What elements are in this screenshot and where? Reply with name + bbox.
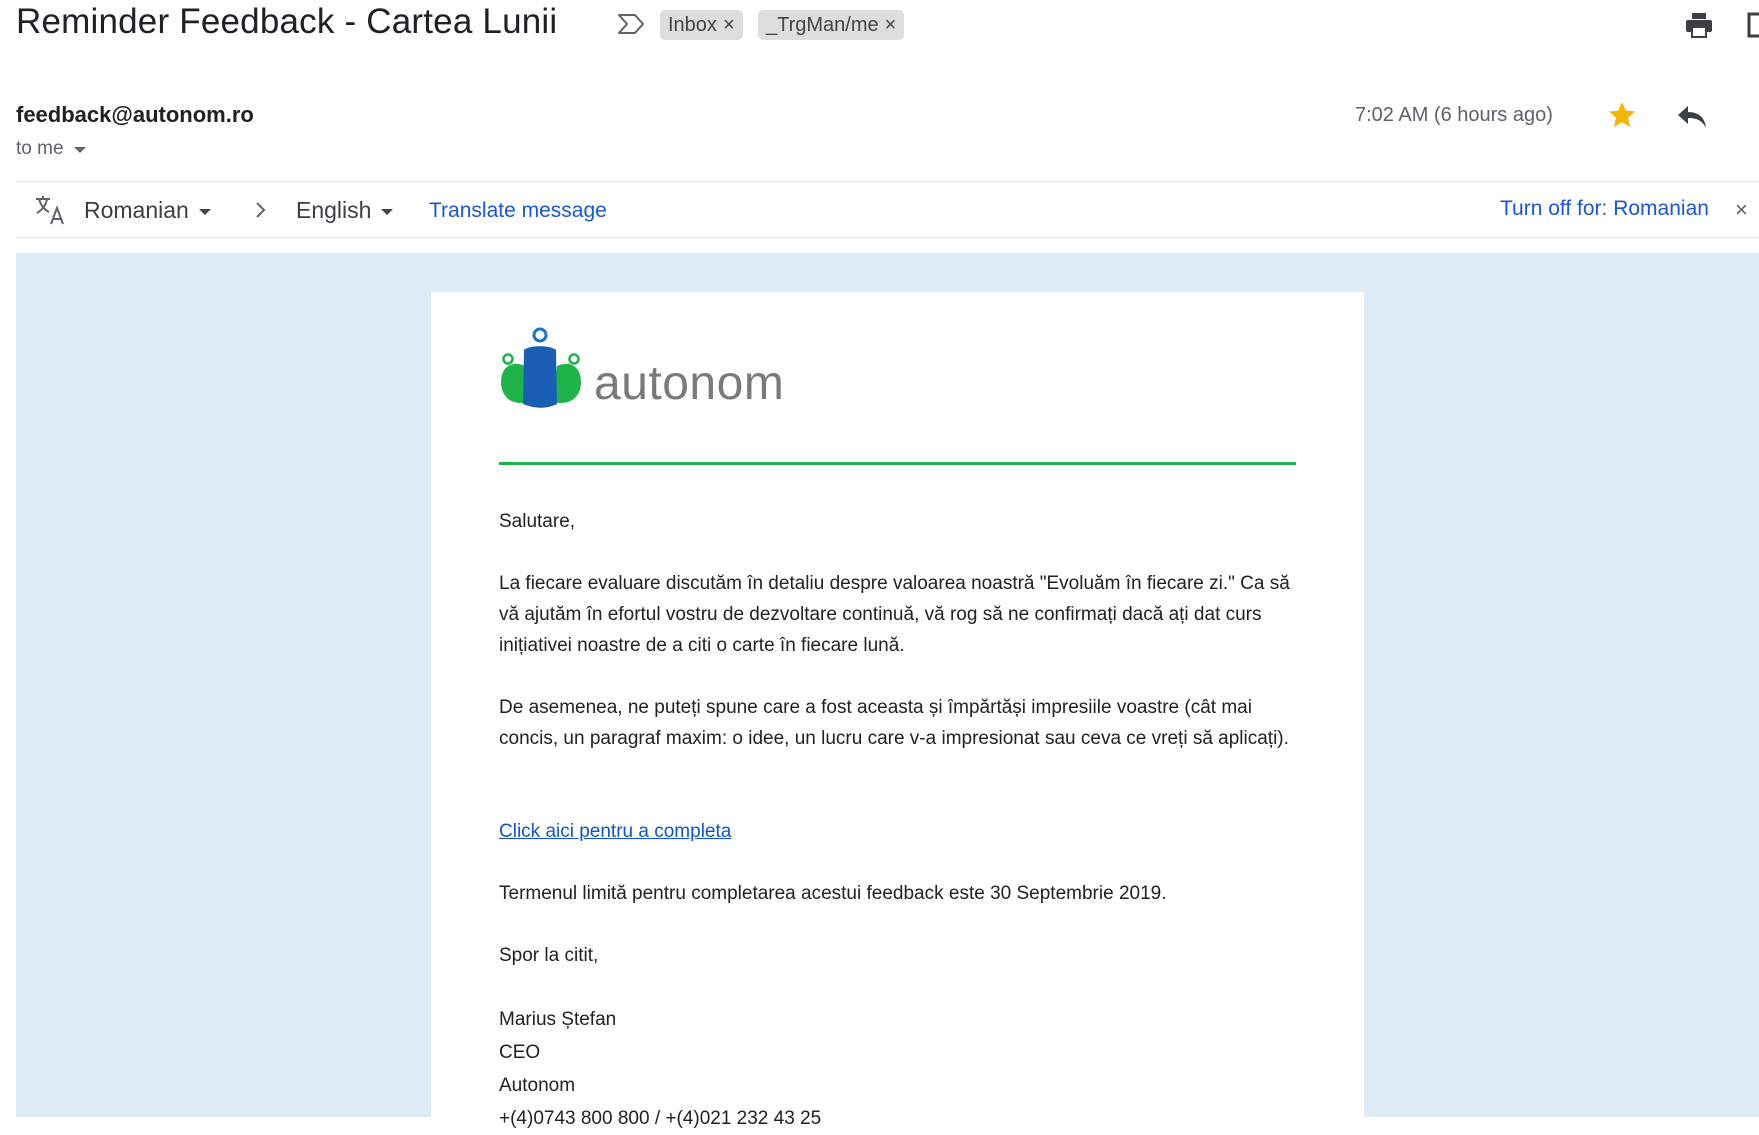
chevron-down-icon [198, 208, 211, 215]
label-name: _TrgMan/me [766, 13, 879, 36]
reply-icon[interactable] [1676, 104, 1708, 130]
chevron-down-icon [381, 208, 394, 215]
greeting-text: Salutare, [499, 511, 576, 532]
header-divider [499, 462, 1296, 465]
autonom-logo-icon [501, 327, 581, 408]
source-language-select[interactable]: Romanian [84, 197, 211, 224]
translate-bar-divider [16, 181, 1759, 182]
signature-name: Marius Ștefan [499, 1009, 617, 1030]
chevron-down-icon [73, 147, 86, 153]
target-language-select[interactable]: English [296, 197, 394, 224]
remove-label-icon[interactable]: × [885, 14, 897, 37]
body-paragraph-1: La fiecare evaluare discutăm în detaliu … [499, 573, 1290, 656]
close-icon[interactable]: × [1735, 197, 1748, 223]
body-paragraph-2: De asemenea, ne puteți spune care a fost… [499, 697, 1289, 749]
star-icon[interactable] [1607, 100, 1637, 130]
signature-title: CEO [499, 1042, 541, 1063]
print-icon[interactable] [1684, 10, 1714, 40]
important-icon[interactable] [616, 12, 646, 36]
closing-text: Spor la citit, [499, 945, 599, 966]
translate-message-link[interactable]: Translate message [429, 199, 607, 223]
email-subject: Reminder Feedback - Cartea Lunii [16, 2, 558, 41]
sender-email[interactable]: feedback@autonom.ro [16, 102, 254, 128]
new-window-icon[interactable] [1746, 12, 1759, 38]
deadline-text: Termenul limită pentru completarea acest… [499, 883, 1167, 904]
feedback-form-link[interactable]: Click aici pentru a completa [499, 816, 1299, 847]
label-chip-inbox: Inbox × [660, 10, 743, 40]
translate-bar-divider [16, 237, 1759, 238]
email-timestamp: 7:02 AM (6 hours ago) [1355, 104, 1553, 126]
chevron-right-icon [256, 202, 266, 218]
signature-phone: +(4)0743 800 800 / +(4)021 232 43 25 [499, 1108, 822, 1129]
label-chip-trgman: _TrgMan/me × [758, 10, 905, 40]
translate-icon [36, 196, 64, 225]
autonom-logo-text: autonom [594, 357, 785, 410]
target-language-label: English [296, 197, 372, 223]
recipient-details-toggle[interactable]: to me [16, 138, 86, 160]
signature-block: Marius Ștefan CEO Autonom +(4)0743 800 8… [499, 1003, 1299, 1135]
recipient-label: to me [16, 138, 64, 159]
signature-company: Autonom [499, 1075, 576, 1096]
turn-off-translation-link[interactable]: Turn off for: Romanian [1500, 197, 1709, 221]
source-language-label: Romanian [84, 197, 189, 223]
remove-label-icon[interactable]: × [723, 14, 735, 37]
label-name: Inbox [668, 13, 717, 36]
